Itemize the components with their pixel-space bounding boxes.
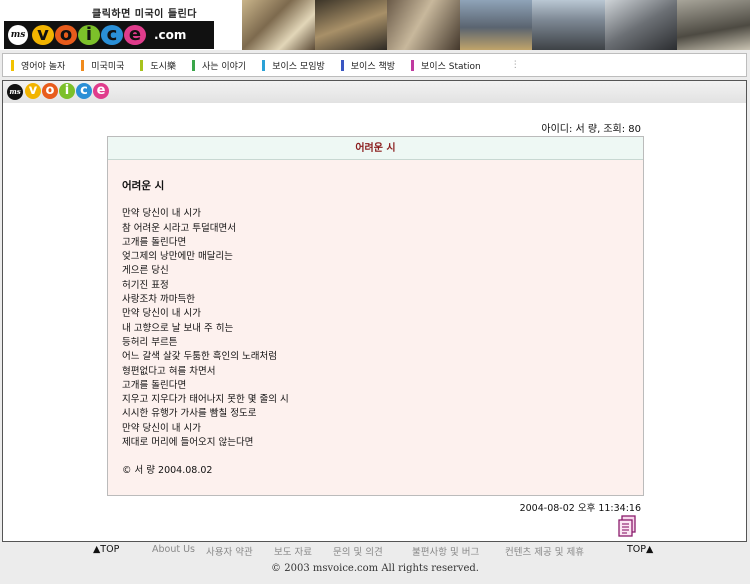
- logo-letter-o: o: [55, 25, 77, 45]
- logo-ms-badge: ms: [8, 25, 28, 45]
- copyright: © 2003 msvoice.com All rights reserved.: [271, 563, 479, 574]
- list-icon[interactable]: [617, 515, 637, 537]
- poem: 만약 당신이 내 시가 참 어려운 시라고 투덜대면서 고개를 돌린다면 엊그제의 낭…: [122, 207, 629, 450]
- top-banner: 클릭하면 미국이 들린다 ms v o i c e .com: [0, 0, 750, 50]
- banner-photo-strip: [242, 0, 750, 50]
- poem-line: 엊그제의 낭만에만 매달리는: [122, 251, 233, 263]
- nav-item-life-stories[interactable]: 사는 이야기: [191, 59, 247, 72]
- banner-photo: [242, 0, 315, 50]
- poem-line: 제대로 머리에 들어오지 않는다면: [122, 437, 254, 449]
- footer-top-left-link[interactable]: ▲TOP: [93, 544, 119, 555]
- nav-label: 보이스 모임방: [272, 61, 325, 72]
- logo-letter-v: v: [32, 25, 54, 45]
- post-card: 어려운 시 어려운 시 만약 당신이 내 시가 참 어려운 시라고 투덜대면서 고개…: [107, 136, 644, 496]
- post-views: 조회: 80: [603, 124, 641, 135]
- poem-line: 만약 당신이 내 시가: [122, 308, 201, 320]
- nav-label: 보이스 Station: [421, 61, 481, 72]
- nav-bullet: [262, 59, 266, 71]
- footer-about-link[interactable]: About Us: [152, 544, 195, 555]
- nav-item-station[interactable]: 보이스 Station: [411, 59, 481, 72]
- footer-top-right-link[interactable]: TOP▲: [627, 544, 653, 555]
- banner-photo: [677, 0, 750, 50]
- nav-item-bookstore[interactable]: 보이스 책방: [340, 59, 396, 72]
- nav-label: 미국미국: [91, 61, 125, 72]
- sub-logo-ms-badge: ms: [7, 84, 23, 100]
- poem-line: 참 어려운 시라고 투덜대면서: [122, 222, 236, 234]
- nav-item-america[interactable]: 미국미국: [81, 59, 124, 72]
- poem-line: 게으른 당신: [122, 265, 169, 277]
- logo-wordmark: v o i c e: [32, 22, 147, 48]
- page: 클릭하면 미국이 들린다 ms v o i c e .com 영어야 놀자 미국…: [0, 0, 750, 584]
- footer-partnership-link[interactable]: 컨텐츠 제공 및 제휴: [505, 544, 584, 558]
- poem-line: 내 고향으로 날 보내 주 히는: [122, 322, 234, 334]
- sub-logo-letter: e: [93, 83, 109, 99]
- main-nav: 영어야 놀자 미국미국 도시樂 사는 이야기 보이스 모임방 보이스 책방 보이…: [2, 53, 747, 77]
- post-heading: 어려운 시: [122, 180, 165, 192]
- poem-line: 사랑조차 까마득한: [122, 294, 195, 306]
- nav-more-handle: ⋮: [510, 60, 520, 70]
- nav-bullet: [11, 59, 14, 71]
- sub-logo-letter: i: [59, 83, 75, 99]
- footer-contact-link[interactable]: 문의 및 의견: [333, 544, 383, 558]
- post-author: 아이디: 서 량,: [541, 124, 601, 135]
- post-body: 어려운 시 만약 당신이 내 시가 참 어려운 시라고 투덜대면서 고개를 돌린다면…: [108, 160, 643, 479]
- poem-line: 만약 당신이 내 시가: [122, 208, 201, 220]
- nav-label: 보이스 책방: [350, 61, 396, 72]
- banner-photo: [532, 0, 605, 50]
- poem-line: 어느 갈색 살갗 두툼한 흑인의 노래처럼: [122, 351, 277, 363]
- post-title: 어려운 시: [108, 137, 643, 160]
- nav-bullet: [140, 59, 144, 71]
- sub-logo-letter: v: [25, 83, 41, 99]
- poem-line: 지우고 지우다가 태어나지 못한 몇 줄의 시: [122, 394, 289, 406]
- logo-letter-c: c: [101, 25, 123, 45]
- poem-line: 고개를 돌린다면: [122, 379, 187, 391]
- poem-line: 만약 당신이 내 시가: [122, 422, 201, 434]
- poem-line: 등허리 부르튼: [122, 336, 178, 348]
- nav-label: 사는 이야기: [201, 61, 247, 72]
- banner-photo: [314, 0, 388, 50]
- logo-letter-e: e: [124, 25, 146, 45]
- footer-links: ▲TOP About Us 사용자 약관 보도 자료 문의 및 의견 불편사항 …: [0, 544, 750, 558]
- footer-bug-report-link[interactable]: 불편사항 및 버그: [412, 544, 479, 558]
- nav-item-city[interactable]: 도시樂: [140, 59, 176, 72]
- nav-item-meeting-room[interactable]: 보이스 모임방: [262, 59, 325, 72]
- section-header-bar: ms v o i c e: [3, 81, 746, 103]
- footer-terms-link[interactable]: 사용자 약관: [206, 544, 253, 558]
- post-date: 2004-08-02 오후 11:34:16: [519, 503, 641, 514]
- poem-line: 고개를 돌린다면: [122, 236, 187, 248]
- logo-letter-i: i: [78, 25, 100, 45]
- banner-photo: [459, 0, 533, 50]
- sub-logo-wordmark[interactable]: v o i c e: [25, 83, 110, 99]
- poem-line: 허기진 표정: [122, 279, 169, 291]
- banner-photo: [604, 0, 678, 50]
- sub-logo-letter: c: [76, 83, 92, 99]
- post-signature: © 서 량 2004.08.02: [122, 465, 213, 477]
- nav-label: 도시樂: [150, 61, 176, 72]
- slogan: 클릭하면 미국이 들린다: [92, 9, 197, 20]
- post-meta: 아이디: 서 량, 조회: 80: [541, 120, 641, 135]
- nav-item-english[interactable]: 영어야 놀자: [11, 59, 65, 72]
- nav-bullet: [191, 59, 195, 71]
- banner-photo: [387, 0, 460, 50]
- poem-line: 형편없다고 혀를 차면서: [122, 365, 216, 377]
- content-panel: ms v o i c e 아이디: 서 량, 조회: 80 어려운 시 어려운 시…: [2, 80, 747, 542]
- nav-label: 영어야 놀자: [21, 61, 66, 72]
- nav-bullet: [340, 59, 344, 71]
- nav-bullet: [81, 59, 85, 71]
- footer-press-link[interactable]: 보도 자료: [274, 544, 312, 558]
- nav-bullet: [411, 59, 415, 71]
- poem-line: 시시한 유행가 가사를 빰칠 정도로: [122, 408, 257, 420]
- sub-logo-letter: o: [42, 83, 58, 99]
- site-logo[interactable]: 클릭하면 미국이 들린다 ms v o i c e .com: [4, 2, 242, 49]
- logo-bar: ms v o i c e .com: [4, 21, 214, 49]
- logo-dotcom: .com: [154, 28, 187, 42]
